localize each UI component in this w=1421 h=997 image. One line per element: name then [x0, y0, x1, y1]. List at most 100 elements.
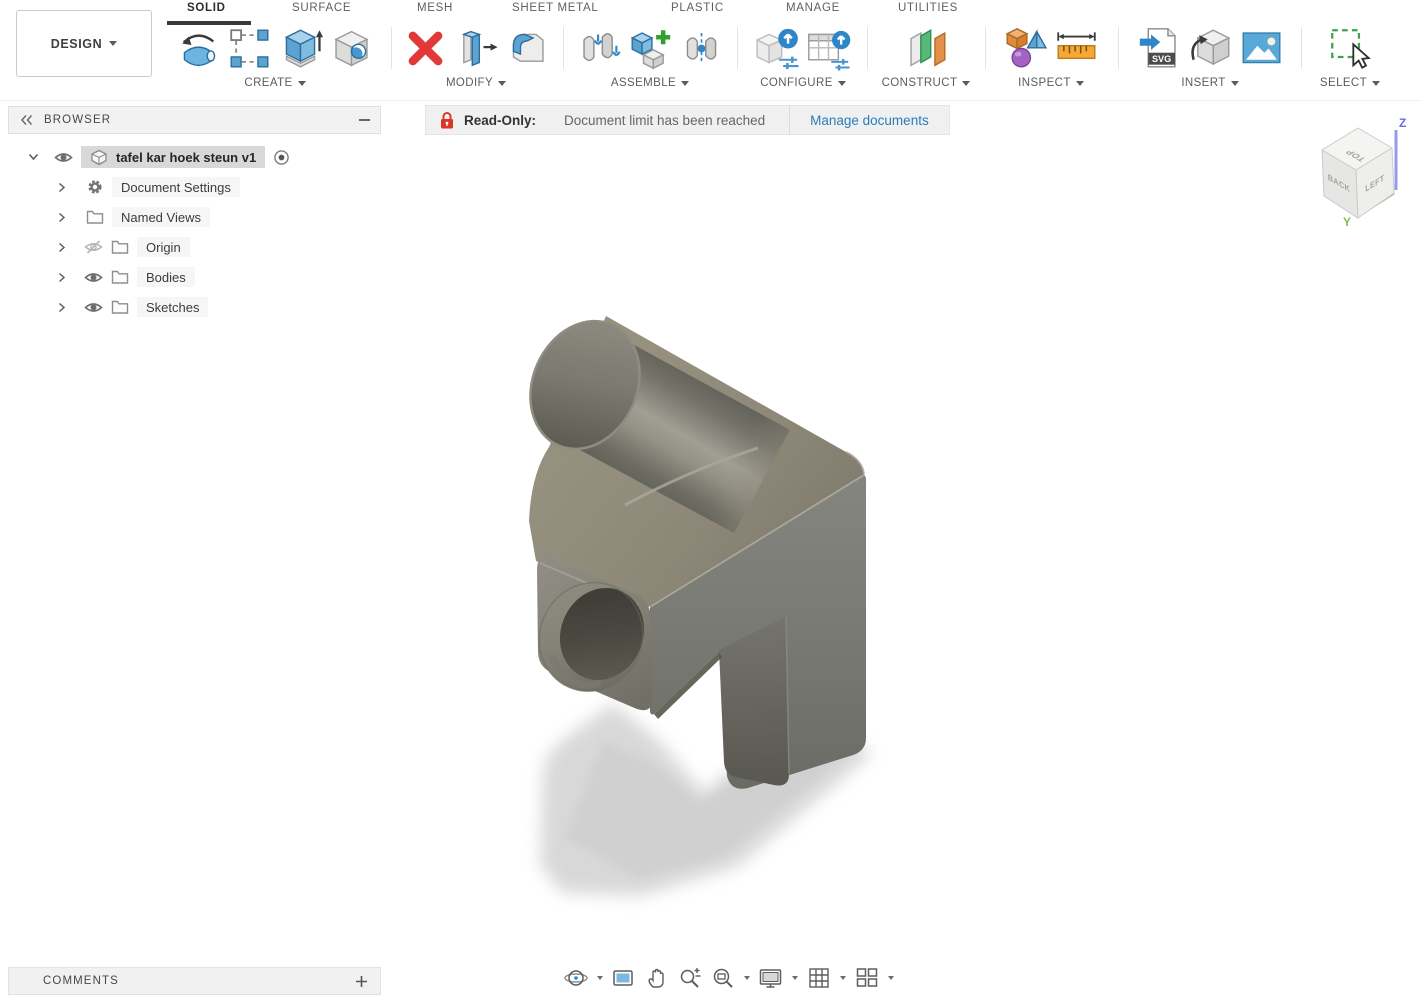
hole-icon[interactable]	[329, 26, 374, 71]
press-pull-icon[interactable]	[454, 26, 499, 71]
chevron-right-icon[interactable]	[58, 302, 66, 313]
delete-icon[interactable]	[403, 26, 448, 71]
group-label-modify[interactable]: MODIFY	[396, 77, 556, 89]
canvas-icon[interactable]	[1239, 26, 1284, 71]
z-axis-label: Z	[1399, 116, 1406, 130]
read-only-label: Read-Only:	[464, 112, 537, 128]
ribbon-toolbar: DESIGN SOLID SURFACE MESH SHEET METAL PL…	[0, 0, 1421, 101]
look-at-icon[interactable]	[608, 963, 640, 993]
pan-icon[interactable]	[641, 963, 673, 993]
joint-origin-icon[interactable]	[679, 26, 724, 71]
activate-component-radio[interactable]	[273, 149, 290, 166]
tree-item-label[interactable]: Bodies	[137, 267, 195, 287]
root-component-label: tafel kar hoek steun v1	[116, 149, 257, 165]
model-body[interactable]	[511, 304, 866, 789]
read-only-message: Document limit has been reached	[564, 112, 766, 128]
tree-item-origin[interactable]: Origin	[8, 232, 381, 262]
chevron-down-icon	[962, 80, 971, 86]
tree-item-root[interactable]: tafel kar hoek steun v1	[8, 142, 381, 172]
insert-svg-icon[interactable]: SVG	[1137, 26, 1182, 71]
group-create: CREATE	[166, 26, 384, 89]
chevron-down-icon[interactable]	[840, 976, 846, 980]
browser-header: BROWSER	[8, 106, 381, 134]
group-configure: CONFIGURE	[744, 26, 862, 89]
chevron-down-icon	[681, 80, 690, 86]
create-sketch-icon[interactable]	[227, 26, 272, 71]
chevron-down-icon[interactable]	[28, 153, 39, 161]
group-label-insert[interactable]: INSERT	[1122, 77, 1298, 89]
tree-item-document-settings[interactable]: Document Settings	[8, 172, 381, 202]
construction-plane-icon[interactable]	[904, 26, 949, 71]
revolve-icon[interactable]	[176, 26, 221, 71]
manage-documents-link[interactable]: Manage documents	[790, 113, 949, 128]
tree-item-label[interactable]: Document Settings	[112, 177, 240, 197]
chevron-down-icon	[297, 80, 306, 86]
minimize-icon[interactable]	[359, 119, 370, 121]
tree-item-named-views[interactable]: Named Views	[8, 202, 381, 232]
group-label-inspect[interactable]: INSPECT	[988, 77, 1114, 89]
chevron-down-icon	[837, 80, 846, 86]
zoom-icon[interactable]	[674, 963, 706, 993]
group-label-create[interactable]: CREATE	[166, 77, 384, 89]
eye-hidden-icon[interactable]	[84, 240, 103, 254]
read-only-banner: Read-Only: Document limit has been reach…	[425, 105, 950, 135]
view-cube[interactable]: TOP BACK LEFT Z Y	[1312, 112, 1412, 230]
new-component-icon[interactable]	[628, 26, 673, 71]
plus-icon[interactable]	[355, 975, 368, 988]
chevron-down-icon	[1075, 80, 1084, 86]
tab-sheet-metal[interactable]: SHEET METAL	[512, 2, 599, 14]
chevron-right-icon[interactable]	[58, 212, 66, 223]
design-menu-button[interactable]: DESIGN	[16, 10, 152, 77]
eye-visible-icon[interactable]	[54, 151, 73, 164]
select-icon[interactable]	[1328, 26, 1373, 71]
configuration-table-icon[interactable]	[806, 26, 851, 71]
tab-manage[interactable]: MANAGE	[786, 2, 840, 14]
tree-item-sketches[interactable]: Sketches	[8, 292, 381, 322]
group-label-select[interactable]: SELECT	[1304, 77, 1396, 89]
ruler-icon[interactable]	[1054, 26, 1099, 71]
eye-visible-icon[interactable]	[84, 301, 103, 314]
display-settings-icon[interactable]	[755, 963, 787, 993]
group-label-construct[interactable]: CONSTRUCT	[870, 77, 982, 89]
folder-icon	[111, 300, 129, 314]
zoom-window-icon[interactable]	[707, 963, 739, 993]
orbit-icon[interactable]	[560, 963, 592, 993]
tree-item-bodies[interactable]: Bodies	[8, 262, 381, 292]
browser-title: BROWSER	[44, 114, 112, 126]
chevron-down-icon[interactable]	[888, 976, 894, 980]
measure-icon[interactable]	[1003, 26, 1048, 71]
viewports-icon[interactable]	[851, 963, 883, 993]
double-chevron-left-icon[interactable]	[19, 114, 34, 126]
root-component-chip[interactable]: tafel kar hoek steun v1	[81, 146, 266, 168]
grid-icon[interactable]	[803, 963, 835, 993]
tab-plastic[interactable]: PLASTIC	[671, 2, 724, 14]
chevron-down-icon[interactable]	[744, 976, 750, 980]
group-label-assemble[interactable]: ASSEMBLE	[570, 77, 730, 89]
folder-icon	[111, 270, 129, 284]
chevron-down-icon	[498, 80, 507, 86]
tab-utilities[interactable]: UTILITIES	[898, 2, 958, 14]
chevron-right-icon[interactable]	[58, 242, 66, 253]
chevron-down-icon	[1230, 80, 1239, 86]
group-label-configure[interactable]: CONFIGURE	[744, 77, 862, 89]
extrude-icon[interactable]	[278, 26, 323, 71]
chevron-right-icon[interactable]	[58, 272, 66, 283]
configure-icon[interactable]	[755, 26, 800, 71]
comments-bar[interactable]: COMMENTS	[8, 967, 381, 995]
tree-item-label[interactable]: Origin	[137, 237, 190, 257]
insert-mesh-icon[interactable]	[1188, 26, 1233, 71]
tab-surface[interactable]: SURFACE	[292, 2, 351, 14]
navigation-bar	[560, 961, 898, 995]
eye-visible-icon[interactable]	[84, 271, 103, 284]
joint-icon[interactable]	[577, 26, 622, 71]
chevron-down-icon[interactable]	[792, 976, 798, 980]
tab-solid[interactable]: SOLID	[187, 2, 226, 14]
tree-item-label[interactable]: Named Views	[112, 207, 210, 227]
tab-mesh[interactable]: MESH	[417, 2, 453, 14]
tree-item-label[interactable]: Sketches	[137, 297, 209, 317]
chevron-right-icon[interactable]	[58, 182, 66, 193]
chevron-down-icon[interactable]	[597, 976, 603, 980]
lock-icon	[441, 111, 453, 128]
fillet-icon[interactable]	[505, 26, 550, 71]
group-assemble: ASSEMBLE	[570, 26, 730, 89]
